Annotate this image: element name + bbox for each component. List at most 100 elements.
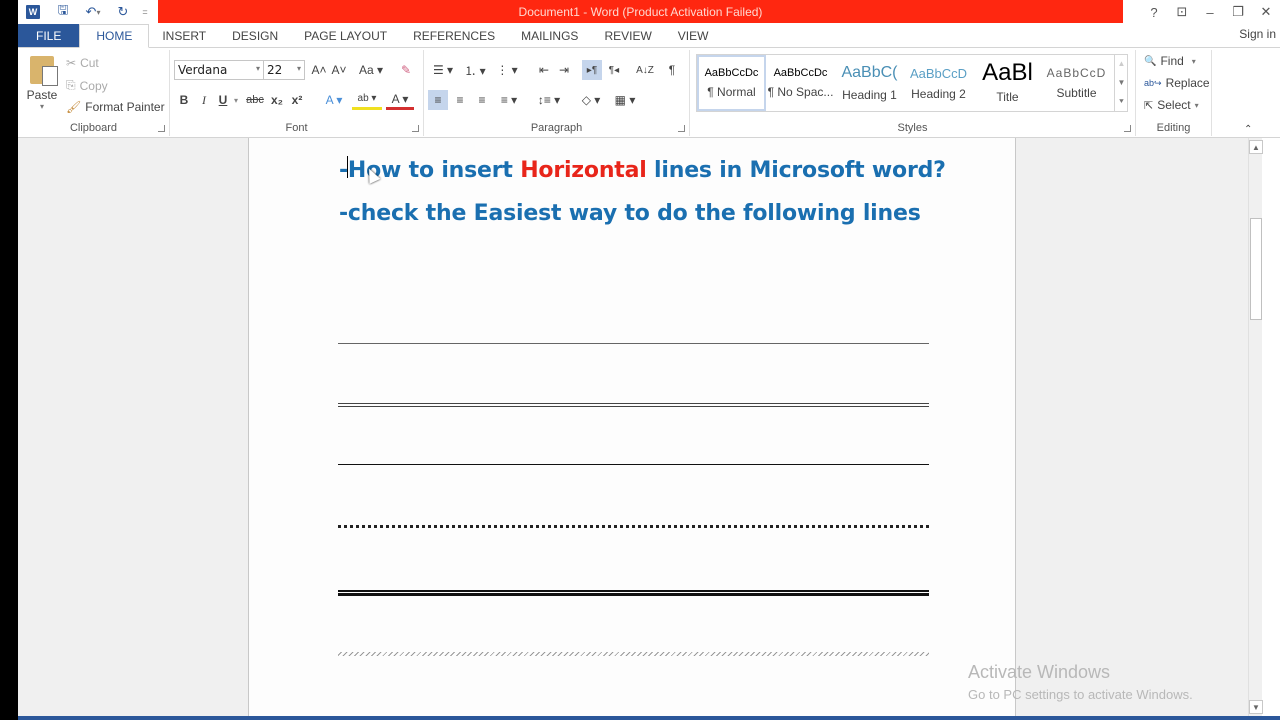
underline-dropdown-icon[interactable]: ▾: [231, 90, 241, 110]
replace-button[interactable]: ab↪ Replace: [1144, 76, 1210, 90]
redo-icon[interactable]: ↻: [108, 0, 138, 24]
window-controls: ? ⊡ – ❐ ✕: [1140, 0, 1280, 24]
font-label: Font: [285, 122, 308, 134]
style-heading-2[interactable]: AaBbCcD Heading 2: [904, 55, 973, 111]
underline-icon[interactable]: U: [216, 90, 230, 110]
italic-icon[interactable]: I: [196, 90, 212, 110]
paragraph-dialog-launcher-icon[interactable]: [678, 125, 685, 132]
paragraph-label: Paragraph: [530, 122, 583, 134]
tab-mailings[interactable]: MAILINGS: [508, 24, 591, 47]
decrease-indent-icon[interactable]: ⇤: [534, 60, 554, 80]
font-name-select[interactable]: Verdana ▾: [174, 60, 264, 80]
document-heading-line-2[interactable]: -check the Easiest way to do the followi…: [339, 201, 921, 226]
vertical-scrollbar[interactable]: ▲ ▼: [1248, 138, 1263, 716]
style-no-spacing[interactable]: AaBbCcDc ¶ No Spac...: [766, 55, 835, 111]
tab-design[interactable]: DESIGN: [219, 24, 291, 47]
horizontal-line-single-thick[interactable]: [338, 464, 929, 465]
show-marks-icon[interactable]: ¶: [662, 60, 682, 80]
paste-dropdown-icon[interactable]: ▾: [24, 102, 60, 111]
paste-label: Paste: [26, 88, 58, 102]
replace-label: Replace: [1165, 76, 1210, 90]
cut-button[interactable]: ✂ Cut: [66, 56, 99, 70]
numbering-icon[interactable]: ⒈ ▾: [460, 60, 490, 80]
styles-scroll-up-icon[interactable]: ▲: [1118, 59, 1126, 68]
tab-references[interactable]: REFERENCES: [400, 24, 508, 47]
tab-page-layout[interactable]: PAGE LAYOUT: [291, 24, 400, 47]
style-title[interactable]: AaBl Title: [973, 55, 1042, 111]
line-spacing-icon[interactable]: ↕≡ ▾: [532, 90, 566, 110]
shading-icon[interactable]: ◇ ▾: [576, 90, 606, 110]
multilevel-list-icon[interactable]: ⋮ ▾: [492, 60, 522, 80]
help-icon[interactable]: ?: [1140, 0, 1168, 24]
horizontal-line-wavy[interactable]: [338, 652, 929, 656]
grow-font-icon[interactable]: A˄: [310, 60, 328, 80]
select-dropdown-icon[interactable]: ▾: [1195, 101, 1199, 110]
style-heading-1[interactable]: AaBbC( Heading 1: [835, 55, 904, 111]
scroll-up-icon[interactable]: ▲: [1249, 140, 1263, 154]
restore-icon[interactable]: ❐: [1224, 0, 1252, 24]
horizontal-line-dotted[interactable]: [338, 525, 929, 528]
customize-qat-icon[interactable]: =: [138, 0, 152, 24]
styles-scroll-down-icon[interactable]: ▼: [1118, 78, 1126, 87]
paintbrush-icon: 🖌: [66, 100, 82, 114]
editing-label: Editing: [1156, 122, 1191, 134]
document-heading-line-1[interactable]: -How to insert Horizontal lines in Micro…: [339, 158, 946, 183]
scrollbar-thumb[interactable]: [1250, 218, 1262, 320]
style-subtitle[interactable]: AaBbCcD Subtitle: [1042, 55, 1111, 111]
tab-review[interactable]: REVIEW: [591, 24, 664, 47]
text-effects-icon[interactable]: A ▾: [320, 90, 348, 110]
scroll-down-icon[interactable]: ▼: [1249, 700, 1263, 714]
format-painter-button[interactable]: 🖌 Format Painter: [66, 100, 165, 114]
clear-formatting-icon[interactable]: ✎: [396, 60, 416, 80]
increase-indent-icon[interactable]: ⇥: [554, 60, 574, 80]
shrink-font-icon[interactable]: A˅: [330, 60, 348, 80]
tab-insert[interactable]: INSERT: [149, 24, 219, 47]
style-normal[interactable]: AaBbCcDc ¶ Normal: [697, 55, 766, 111]
paste-button[interactable]: Paste ▾: [24, 56, 60, 111]
font-size-select[interactable]: 22 ▾: [263, 60, 305, 80]
clipboard-dialog-launcher-icon[interactable]: [158, 125, 165, 132]
undo-dropdown-icon[interactable]: ▾: [96, 8, 100, 17]
styles-dialog-launcher-icon[interactable]: [1124, 125, 1131, 132]
change-case-icon[interactable]: Aa ▾: [356, 60, 386, 80]
sign-in-link[interactable]: Sign in: [1239, 27, 1276, 41]
close-icon[interactable]: ✕: [1252, 0, 1280, 24]
horizontal-line-single-thin[interactable]: [338, 343, 929, 344]
subscript-icon[interactable]: x₂: [268, 90, 286, 110]
copy-button[interactable]: ⎘ Copy: [66, 78, 108, 93]
styles-more-icon[interactable]: ⯆: [1118, 97, 1124, 107]
font-dialog-launcher-icon[interactable]: [412, 125, 419, 132]
ltr-direction-icon[interactable]: ▸¶: [582, 60, 602, 80]
clipboard-label: Clipboard: [69, 122, 118, 134]
bullets-icon[interactable]: ☰ ▾: [428, 60, 458, 80]
select-button[interactable]: ⇱ Select ▾: [1144, 98, 1199, 112]
strikethrough-icon[interactable]: abc: [244, 90, 266, 110]
superscript-icon[interactable]: x²: [288, 90, 306, 110]
minimize-icon[interactable]: –: [1196, 0, 1224, 24]
tab-file[interactable]: FILE: [18, 24, 80, 47]
tab-view[interactable]: VIEW: [665, 24, 722, 47]
save-icon[interactable]: 🖫: [48, 0, 78, 24]
collapse-ribbon-icon[interactable]: ⌃: [1244, 124, 1252, 135]
rtl-direction-icon[interactable]: ¶◂: [604, 60, 624, 80]
justify-icon[interactable]: ≡ ▾: [494, 90, 524, 110]
style-name: Heading 1: [842, 88, 897, 102]
align-center-icon[interactable]: ≡: [450, 90, 470, 110]
horizontal-line-double[interactable]: [338, 403, 929, 407]
font-color-icon[interactable]: A ▾: [386, 90, 414, 110]
ribbon-display-options-icon[interactable]: ⊡: [1168, 0, 1196, 24]
align-right-icon[interactable]: ≡: [472, 90, 492, 110]
paragraph-group: ☰ ▾ ⒈ ▾ ⋮ ▾ ⇤ ⇥ ▸¶ ¶◂ A↓Z ¶ ≡ ≡ ≡ ≡ ▾ ↕≡…: [424, 50, 690, 136]
horizontal-line-triple[interactable]: [338, 590, 929, 596]
borders-icon[interactable]: ▦ ▾: [610, 90, 640, 110]
sort-icon[interactable]: A↓Z: [634, 60, 656, 80]
highlight-color-icon[interactable]: ab ▾: [352, 90, 382, 110]
find-dropdown-icon[interactable]: ▾: [1192, 57, 1196, 66]
align-left-icon[interactable]: ≡: [428, 90, 448, 110]
tab-home[interactable]: HOME: [79, 24, 150, 48]
bold-icon[interactable]: B: [176, 90, 192, 110]
word-app-icon[interactable]: W: [18, 0, 48, 24]
find-button[interactable]: 🔍 Find ▾: [1144, 54, 1196, 68]
undo-icon[interactable]: ↶ ▾: [78, 0, 108, 24]
document-page[interactable]: -How to insert Horizontal lines in Micro…: [248, 138, 1016, 716]
